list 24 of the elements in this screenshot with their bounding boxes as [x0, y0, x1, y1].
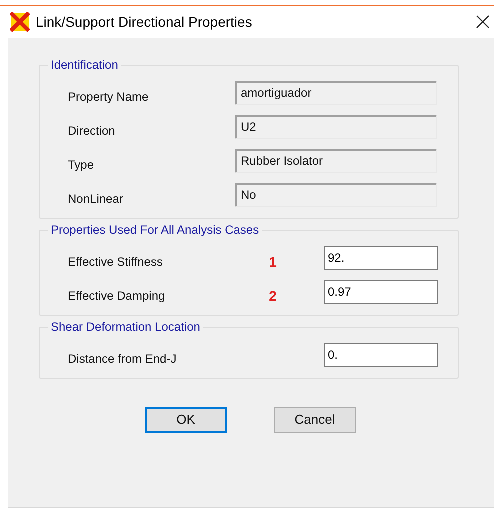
- group-title: Properties Used For All Analysis Cases: [48, 223, 262, 237]
- app-logo-icon: [10, 12, 30, 32]
- dialog-button[interactable]: Cancel: [274, 407, 356, 433]
- field-label: Effective Damping: [68, 288, 166, 305]
- input-field[interactable]: 0.: [324, 343, 438, 367]
- field-label: NonLinear: [68, 191, 124, 208]
- input-field[interactable]: 92.: [324, 246, 438, 270]
- readonly-field: U2: [235, 115, 437, 139]
- field-label: Direction: [68, 123, 116, 140]
- input-field[interactable]: 0.97: [324, 280, 438, 304]
- field-label: Effective Stiffness: [68, 254, 164, 271]
- field-label: Distance from End-J: [68, 351, 178, 368]
- readonly-field: No: [235, 183, 437, 207]
- field-label: Type: [68, 157, 96, 174]
- readonly-field: amortiguador: [235, 81, 437, 105]
- close-icon[interactable]: [476, 15, 490, 29]
- group-title: Shear Deformation Location: [48, 320, 204, 334]
- group-title: Identification: [48, 58, 122, 72]
- readonly-field: Rubber Isolator: [235, 149, 437, 173]
- annotation-number: 2: [269, 286, 277, 306]
- dialog-button[interactable]: OK: [145, 407, 227, 433]
- annotation-number: 1: [269, 252, 277, 272]
- field-label: Property Name: [68, 89, 150, 106]
- window-title: Link/Support Directional Properties: [36, 12, 252, 32]
